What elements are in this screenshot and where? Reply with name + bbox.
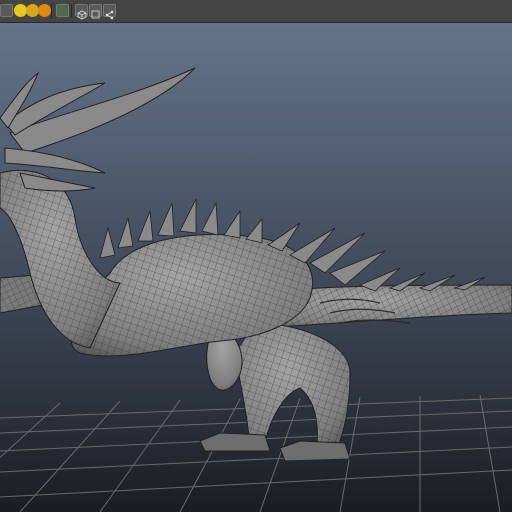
select-icon[interactable]	[0, 4, 13, 17]
xray-cube-icon[interactable]	[89, 4, 102, 19]
toolbar-divider	[51, 4, 52, 18]
viewport-toolbar	[0, 0, 512, 23]
light-dot-orange-icon[interactable]	[38, 4, 51, 17]
toolbar-divider	[71, 4, 72, 18]
share-node-icon[interactable]	[103, 4, 116, 20]
texture-icon[interactable]	[56, 4, 69, 17]
viewport-canvas	[0, 23, 512, 512]
dragon-right-foot	[279, 440, 351, 462]
cube-wireframe-icon[interactable]	[75, 4, 88, 20]
3d-viewport[interactable]	[0, 23, 512, 512]
